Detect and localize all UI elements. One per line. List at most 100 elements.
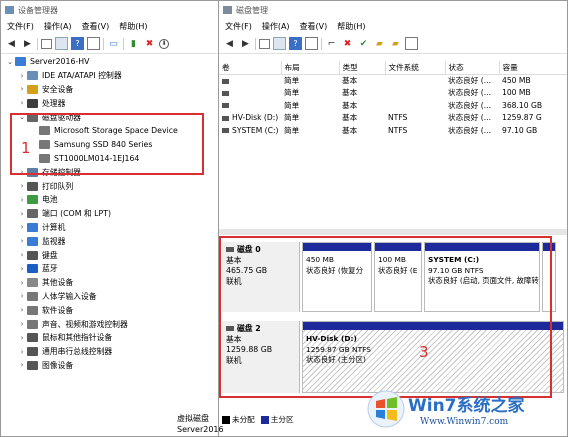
folder-up-icon[interactable]: ▰	[373, 37, 386, 50]
table-row[interactable]: 简单 基本 状态良好 (... 368.10 GB	[219, 99, 567, 112]
tree-node[interactable]: › 打印队列	[1, 179, 218, 193]
other-device-icon	[27, 278, 38, 288]
forward-arrow-icon[interactable]: ▶	[239, 37, 252, 50]
tree-node-label: 蓝牙	[42, 264, 58, 274]
properties-icon[interactable]	[55, 37, 68, 50]
forward-arrow-icon[interactable]: ▶	[21, 37, 34, 50]
help-icon[interactable]: ?	[71, 37, 84, 50]
table-row[interactable]: 简单 基本 状态良好 (... 100 MB	[219, 87, 567, 100]
view-pane-icon[interactable]	[87, 37, 100, 50]
update-driver-icon[interactable]: ▮	[127, 37, 140, 50]
table-row[interactable]: SYSTEM (C:) 简单 基本 NTFS 状态良好 (... 97.10 GB	[219, 124, 567, 137]
hid-icon	[27, 291, 38, 301]
volume-list: 卷 布局 类型 文件系统 状态 容量 简单 基本 状态良好 (... 450 MB 简单…	[219, 61, 567, 231]
folder-search-icon[interactable]: ▰	[389, 37, 402, 50]
chevron-right-icon[interactable]: ›	[17, 334, 27, 342]
tree-node[interactable]: › 声音、视频和游戏控制器	[1, 317, 218, 331]
col-capacity[interactable]: 容量	[499, 61, 567, 75]
chevron-right-icon[interactable]: ›	[17, 320, 27, 328]
tree-node[interactable]: › 图像设备	[1, 359, 218, 373]
tree-node[interactable]: › 计算机	[1, 221, 218, 235]
help-icon[interactable]: ?	[289, 37, 302, 50]
watermark-brand: Win7系统之家	[408, 396, 525, 416]
chevron-right-icon[interactable]: ›	[17, 99, 27, 107]
tree-node[interactable]: › 端口 (COM 和 LPT)	[1, 207, 218, 221]
tree-node[interactable]: › 通用串行总线控制器	[1, 345, 218, 359]
console-tree-icon[interactable]	[259, 38, 270, 49]
dk-menu-action[interactable]: 操作(A)	[262, 21, 290, 32]
chevron-right-icon[interactable]: ›	[17, 265, 27, 273]
col-filesystem[interactable]: 文件系统	[385, 61, 446, 75]
col-status[interactable]: 状态	[445, 61, 500, 75]
tree-node[interactable]: ⌄ Server2016-HV	[1, 55, 218, 69]
tree-node[interactable]: › 鼠标和其他指针设备	[1, 331, 218, 345]
back-arrow-icon[interactable]: ◀	[5, 37, 18, 50]
tree-node[interactable]: › 人体学输入设备	[1, 290, 218, 304]
table-cell: 简单	[281, 74, 339, 87]
volume-list-header: 卷 布局 类型 文件系统 状态 容量	[219, 61, 567, 75]
delete-x-icon[interactable]: ✖	[341, 37, 354, 50]
table-row[interactable]: 简单 基本 状态良好 (... 450 MB	[219, 74, 567, 87]
annotation-box-1	[10, 113, 204, 175]
chevron-right-icon[interactable]: ›	[17, 85, 27, 93]
dk-menu-help[interactable]: 帮助(H)	[337, 21, 365, 32]
console-tree-icon[interactable]	[41, 38, 52, 49]
table-cell: 状态良好 (...	[445, 74, 499, 87]
chevron-right-icon[interactable]: ›	[17, 72, 27, 80]
view-pane-icon[interactable]	[305, 37, 318, 50]
tree-node[interactable]: › 键盘	[1, 248, 218, 262]
chevron-right-icon[interactable]: ›	[17, 292, 27, 300]
table-row[interactable]: HV-Disk (D:) 简单 基本 NTFS 状态良好 (... 1259.87 G	[219, 112, 567, 125]
table-cell: 100 MB	[499, 87, 567, 100]
back-arrow-icon[interactable]: ◀	[223, 37, 236, 50]
table-cell: 368.10 GB	[499, 99, 567, 112]
pane-divider[interactable]	[219, 229, 567, 235]
col-layout[interactable]: 布局	[281, 61, 340, 75]
chevron-right-icon[interactable]: ›	[17, 237, 27, 245]
cell-text: 基本	[342, 76, 358, 85]
chevron-right-icon[interactable]: ›	[17, 348, 27, 356]
tree-node[interactable]: › IDE ATA/ATAPI 控制器	[1, 69, 218, 83]
chevron-right-icon[interactable]: ›	[17, 182, 27, 190]
properties-icon[interactable]	[273, 37, 286, 50]
dm-menu-view[interactable]: 查看(V)	[82, 21, 110, 32]
list-view-icon[interactable]	[405, 37, 418, 50]
tree-node[interactable]: › 安全设备	[1, 83, 218, 97]
download-icon[interactable]: ⬇	[159, 38, 169, 49]
dk-menu-view[interactable]: 查看(V)	[300, 21, 328, 32]
col-type[interactable]: 类型	[339, 61, 386, 75]
bluetooth-icon	[27, 264, 38, 274]
chevron-right-icon[interactable]: ›	[17, 251, 27, 259]
connect-icon[interactable]: ⌐	[325, 37, 338, 50]
table-cell: 1259.87 G	[499, 112, 567, 125]
tree-node-label: 安全设备	[42, 84, 74, 94]
dm-menu-action[interactable]: 操作(A)	[44, 21, 72, 32]
tree-node-label: Server2016-HV	[30, 57, 90, 67]
chevron-right-icon[interactable]: ›	[17, 196, 27, 204]
uninstall-x-icon[interactable]: ✖	[143, 37, 156, 50]
tree-node[interactable]: › 监视器	[1, 234, 218, 248]
chevron-right-icon[interactable]: ›	[17, 279, 27, 287]
device-manager-title: 设备管理器	[18, 5, 58, 15]
dk-menu-file[interactable]: 文件(F)	[225, 21, 252, 32]
monitor-scan-icon[interactable]: ▭	[107, 37, 120, 50]
check-icon[interactable]: ✔	[357, 37, 370, 50]
tree-node-label: 键盘	[42, 250, 58, 260]
chevron-right-icon[interactable]: ›	[17, 306, 27, 314]
tree-node[interactable]: › 软件设备	[1, 303, 218, 317]
tree-node[interactable]: › 其他设备	[1, 276, 218, 290]
dm-menu-file[interactable]: 文件(F)	[7, 21, 34, 32]
chevron-right-icon[interactable]: ›	[17, 361, 27, 369]
dm-menu-help[interactable]: 帮助(H)	[119, 21, 147, 32]
tree-node[interactable]: › 蓝牙	[1, 262, 218, 276]
usb-icon	[27, 347, 38, 357]
chevron-right-icon[interactable]: ›	[17, 210, 27, 218]
tree-node[interactable]: › 处理器	[1, 96, 218, 110]
chevron-down-icon[interactable]: ⌄	[5, 58, 15, 66]
computer-icon	[15, 57, 26, 67]
chevron-right-icon[interactable]: ›	[17, 223, 27, 231]
watermark-url: Www.Winwin7.com	[420, 417, 509, 427]
col-volume[interactable]: 卷	[219, 61, 282, 75]
cell-text: 状态良好 (...	[448, 125, 491, 135]
tree-node[interactable]: › 电池	[1, 193, 218, 207]
